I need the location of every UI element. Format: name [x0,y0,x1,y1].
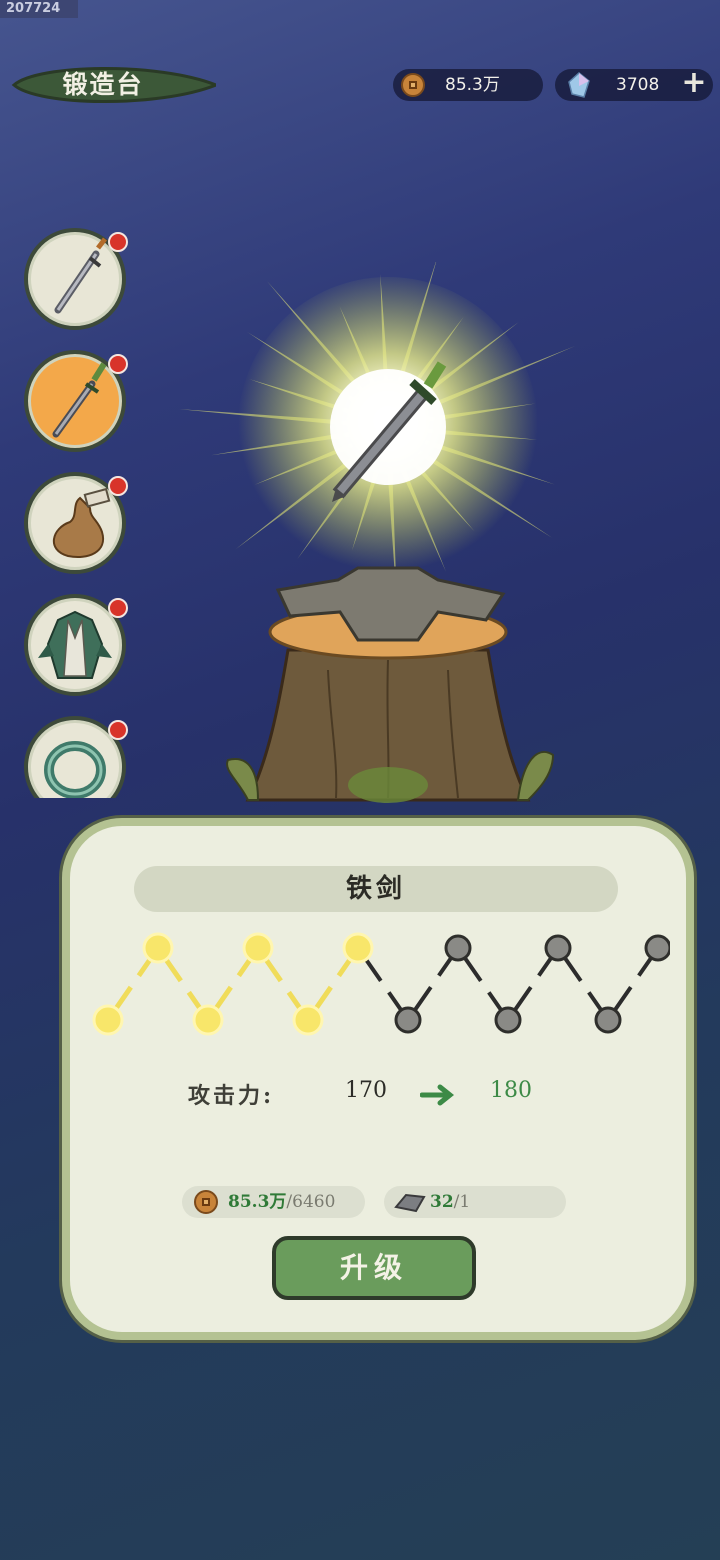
progress-node-empty [394,1006,422,1034]
stat-label: 攻击力: [188,1083,275,1109]
sidebar-clip [20,712,132,798]
sidebar-item-armor[interactable] [24,594,128,696]
upgrade-button-label: 升级 [339,1251,408,1284]
progress-node-filled [192,1004,224,1036]
progress-node-filled [342,932,374,964]
notification-dot [108,598,128,618]
sidebar-item-bracelet[interactable] [24,716,128,798]
progress-node-filled [242,932,274,964]
build-id-tag: 207724 [0,0,78,18]
coin-counter: 85.3万 [393,69,543,101]
item-name-bar: 铁剑 [134,866,618,912]
progress-node-empty [494,1006,522,1034]
notification-dot [108,476,128,496]
coin-icon [194,1190,218,1214]
gem-amount: 3708 [616,75,660,95]
notification-dot [108,354,128,374]
progress-node-empty [644,934,670,962]
anvil-stump [226,566,555,803]
item-name: 铁剑 [345,874,406,904]
progress-node-empty [444,934,472,962]
coin-cost: 85.3万/6460 [182,1186,365,1218]
forged-item-glow [179,262,576,602]
sidebar-item-sword[interactable] [24,228,128,330]
ore-cost: 32/1 [384,1186,566,1218]
ore-cost-need: /1 [453,1192,471,1212]
arrow-right-icon [420,1084,455,1106]
page-title-label: 锻造台 [62,70,144,99]
upgrade-progress-chain [92,932,670,1036]
progress-node-filled [92,1004,124,1036]
sidebar-item-gourd[interactable] [24,472,128,574]
coin-amount: 85.3万 [445,75,500,95]
stat-next-value: 180 [490,1078,532,1103]
sidebar-item-green-sword[interactable] [24,350,128,452]
progress-node-empty [594,1006,622,1034]
coin-icon [401,73,425,97]
coin-cost-need: /6460 [286,1192,336,1212]
progress-node-filled [292,1004,324,1036]
page-title: 锻造台 [8,62,216,108]
ore-cost-have: 32 [430,1192,454,1212]
progress-node-empty [544,934,572,962]
coin-cost-have: 85.3万 [228,1192,287,1212]
progress-node-filled [142,932,174,964]
upgrade-button[interactable]: 升级 [272,1236,476,1300]
iron-ore-icon [394,1193,426,1213]
add-gems-button[interactable]: + [680,68,708,98]
gem-icon [568,72,590,98]
notification-dot [108,720,128,740]
notification-dot [108,232,128,252]
stat-current-value: 170 [345,1078,387,1103]
